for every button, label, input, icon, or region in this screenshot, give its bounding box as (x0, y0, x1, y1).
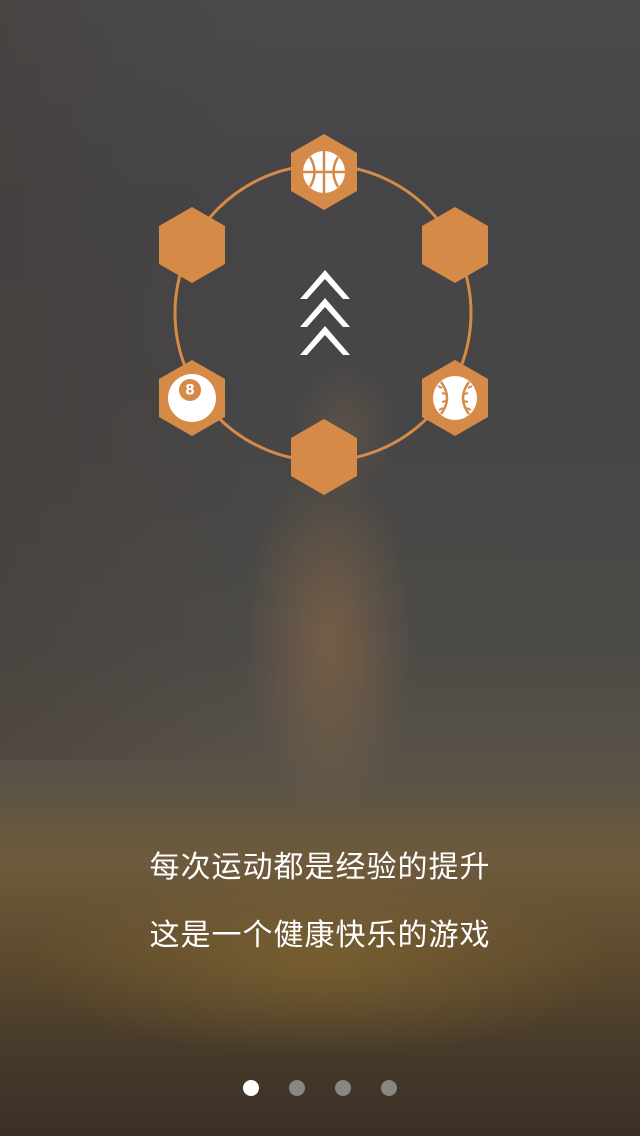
page-indicator (0, 1080, 640, 1100)
hexagon-basketball[interactable] (291, 134, 357, 210)
page-dot-4[interactable] (381, 1080, 397, 1096)
triple-chevron-up-icon (300, 270, 350, 355)
basketball-icon (303, 151, 345, 193)
hexagon-baseball[interactable] (422, 360, 488, 436)
billiard-8-ball-icon: 8 (168, 374, 216, 422)
baseball-icon (433, 376, 477, 420)
caption-line-2: 这是一个健康快乐的游戏 (149, 918, 491, 953)
caption-line-1: 每次运动都是经验的提升 (149, 850, 491, 885)
page-dot-3[interactable] (335, 1080, 351, 1096)
hexagon-empty-top-right[interactable] (422, 207, 488, 283)
page-dot-1[interactable] (243, 1080, 259, 1096)
hexagon-billiard[interactable]: 8 (159, 360, 225, 436)
sports-hexagon-emblem: 8 (150, 125, 500, 505)
page-dot-2[interactable] (289, 1080, 305, 1096)
hexagon-empty-bottom[interactable] (291, 419, 357, 495)
billiard-number: 8 (185, 383, 195, 399)
hexagon-empty-top-left[interactable] (159, 207, 225, 283)
